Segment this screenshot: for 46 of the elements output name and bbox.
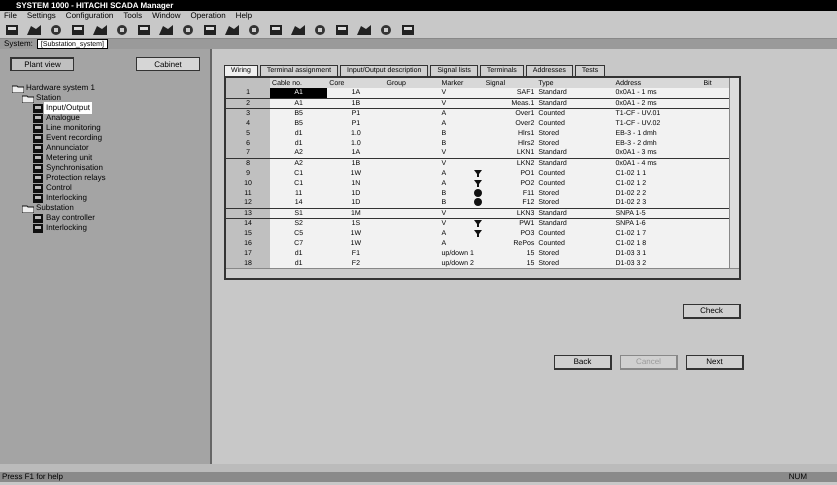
horizontal-scrollbar[interactable] <box>226 268 739 278</box>
module-icon <box>32 124 44 132</box>
module-icon <box>32 104 44 112</box>
menu-item[interactable]: Settings <box>26 11 56 21</box>
tree-item[interactable]: Protection relays <box>44 172 108 184</box>
tree-item[interactable]: Hardware system 1 <box>24 82 97 94</box>
module-icon <box>32 194 44 202</box>
tree-item[interactable]: Interlocking <box>44 192 89 204</box>
menu-item[interactable]: Configuration <box>66 11 114 21</box>
tree-item[interactable]: Bay controller <box>44 212 97 224</box>
tree-item[interactable]: Synchronisation <box>44 162 105 174</box>
tree-item[interactable]: Event recording <box>44 132 104 144</box>
status-mode: NUM <box>788 472 807 482</box>
tree-item[interactable]: Line monitoring <box>44 122 103 134</box>
tree-item[interactable]: Station <box>34 92 63 104</box>
tree-item[interactable]: Annunciator <box>44 142 91 154</box>
menu-item[interactable]: Window <box>152 11 181 21</box>
module-icon <box>32 134 44 142</box>
tree-item[interactable]: Interlocking <box>44 222 89 234</box>
menu-item[interactable]: File <box>4 11 17 21</box>
module-icon <box>32 214 44 222</box>
view-button[interactable]: Plant view <box>10 57 74 71</box>
menu-item[interactable]: Operation <box>190 11 226 21</box>
nav-button[interactable]: Back <box>554 355 612 370</box>
module-icon <box>32 224 44 232</box>
status-text: Press F1 for help <box>2 472 63 482</box>
tree-item[interactable]: Input/Output <box>44 102 92 114</box>
module-icon <box>32 164 44 172</box>
vertical-scrollbar[interactable] <box>729 78 739 268</box>
module-icon <box>32 144 44 152</box>
tree-item[interactable]: Control <box>44 182 74 194</box>
tree-item[interactable]: Substation <box>34 202 76 214</box>
window-title-text: SYSTEM 1000 - HITACHI SCADA Manager <box>16 0 174 11</box>
module-icon <box>32 174 44 182</box>
nav-button[interactable]: Next <box>686 355 744 370</box>
module-icon <box>32 154 44 162</box>
tree-item[interactable]: Analogue <box>44 112 82 124</box>
menu-item[interactable]: Tools <box>123 11 142 21</box>
horizontal-scrollbar[interactable] <box>0 464 837 472</box>
menu-item[interactable]: Help <box>236 11 252 21</box>
system-label: System: <box>4 39 33 49</box>
check-button[interactable]: Check <box>683 304 741 319</box>
view-button[interactable]: Cabinet <box>136 57 200 71</box>
tree-item[interactable]: Metering unit <box>44 152 94 164</box>
module-icon <box>32 114 44 122</box>
module-icon <box>32 184 44 192</box>
